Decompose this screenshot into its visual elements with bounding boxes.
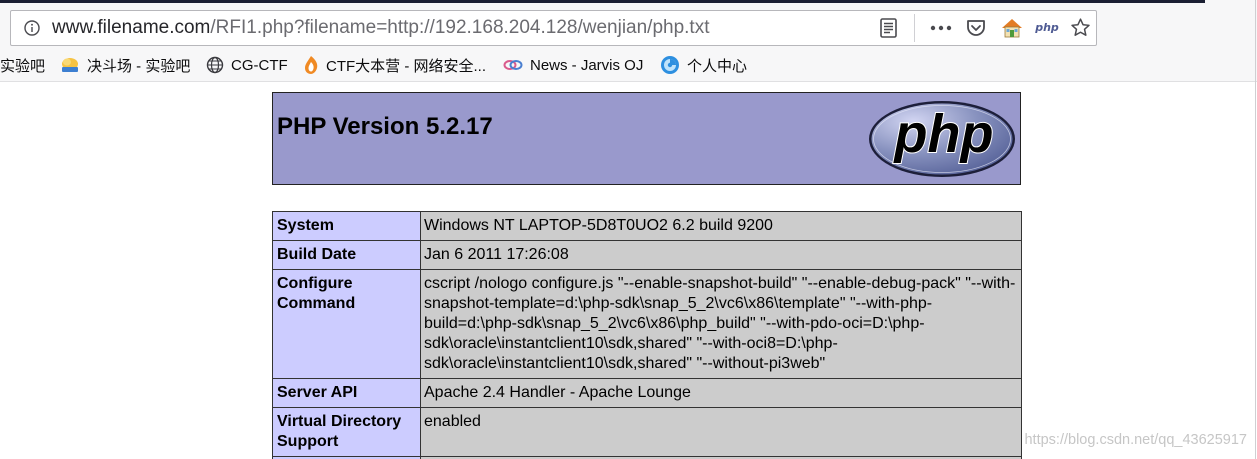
phpinfo-header: PHP Version 5.2.17 php xyxy=(272,92,1021,185)
row-value: enabled xyxy=(420,407,1022,457)
row-value: cscript /nologo configure.js "--enable-s… xyxy=(420,269,1022,379)
globe-icon xyxy=(206,56,224,74)
bookmarks-toolbar: 实验吧 决斗场 - 实验吧 CG-CTF CTF大本营 - 网络安全... Ne… xyxy=(0,52,1257,78)
bookmark-item[interactable]: 个人中心 xyxy=(660,54,760,76)
url-path: /RFI1.php?filename=http://192.168.204.12… xyxy=(210,17,710,38)
window-edge xyxy=(1255,0,1256,459)
bookmark-item[interactable]: News - Jarvis OJ xyxy=(503,54,653,76)
page-actions-icon[interactable] xyxy=(930,20,952,36)
linked-rings-icon xyxy=(503,58,523,72)
php-logo-text: php xyxy=(893,104,994,164)
table-row: System Windows NT LAPTOP-5D8T0UO2 6.2 bu… xyxy=(272,211,1022,241)
page-title: PHP Version 5.2.17 xyxy=(277,113,493,140)
bookmark-label: CG-CTF xyxy=(231,56,288,74)
table-row: Configure Command cscript /nologo config… xyxy=(272,269,1022,379)
bookmark-item[interactable]: CG-CTF xyxy=(206,54,298,76)
home-icon[interactable] xyxy=(1001,17,1023,39)
table-row: Build Date Jan 6 2011 17:26:08 xyxy=(272,240,1022,270)
row-key: System xyxy=(272,211,421,241)
row-key: Build Date xyxy=(272,240,421,270)
bookmark-label: 个人中心 xyxy=(687,57,748,75)
php-extension-icon[interactable]: php xyxy=(1035,20,1059,36)
row-key: Virtual Directory Support xyxy=(272,407,421,457)
bookmark-label: News - Jarvis OJ xyxy=(530,56,644,74)
bookmark-label: CTF大本营 - 网络安全... xyxy=(326,57,486,75)
table-row: Server API Apache 2.4 Handler - Apache L… xyxy=(272,378,1022,408)
reader-view-icon[interactable] xyxy=(880,18,897,38)
row-value: Jan 6 2011 17:26:08 xyxy=(420,240,1022,270)
bookmark-item[interactable]: 决斗场 - 实验吧 xyxy=(60,54,198,76)
url-domain: www.filename.com xyxy=(52,17,211,38)
tab-strip-edge xyxy=(0,0,1205,3)
address-bar[interactable]: www.filename.com/RFI1.php?filename=http:… xyxy=(10,10,1097,46)
watermark: https://blog.csdn.net/qq_43625917 xyxy=(1024,432,1247,448)
row-value: Apache 2.4 Handler - Apache Lounge xyxy=(420,378,1022,408)
row-key: Server API xyxy=(272,378,421,408)
bookmark-item[interactable]: 实验吧 xyxy=(0,54,52,76)
browser-toolbar: www.filename.com/RFI1.php?filename=http:… xyxy=(0,0,1257,82)
flame-logo-icon xyxy=(303,55,319,75)
bookmark-label: 实验吧 xyxy=(0,57,46,75)
row-key: Configure Command xyxy=(272,269,421,379)
info-icon[interactable] xyxy=(24,20,40,36)
php-logo[interactable]: php xyxy=(868,100,1016,178)
pocket-icon[interactable] xyxy=(966,19,986,37)
bookmark-item[interactable]: CTF大本营 - 网络安全... xyxy=(303,54,497,76)
phpinfo-table: System Windows NT LAPTOP-5D8T0UO2 6.2 bu… xyxy=(272,211,1022,459)
star-icon[interactable] xyxy=(1070,17,1091,38)
browser-window: www.filename.com/RFI1.php?filename=http:… xyxy=(0,0,1257,459)
table-row: Virtual Directory Support enabled xyxy=(272,407,1022,457)
row-value: Windows NT LAPTOP-5D8T0UO2 6.2 build 920… xyxy=(420,211,1022,241)
url-input[interactable]: www.filename.com/RFI1.php?filename=http:… xyxy=(52,11,710,45)
toolbar-separator xyxy=(914,14,915,42)
blue-swirl-icon xyxy=(660,55,680,75)
bookmark-label: 决斗场 - 实验吧 xyxy=(87,57,191,75)
cloud-logo-icon xyxy=(60,56,80,74)
